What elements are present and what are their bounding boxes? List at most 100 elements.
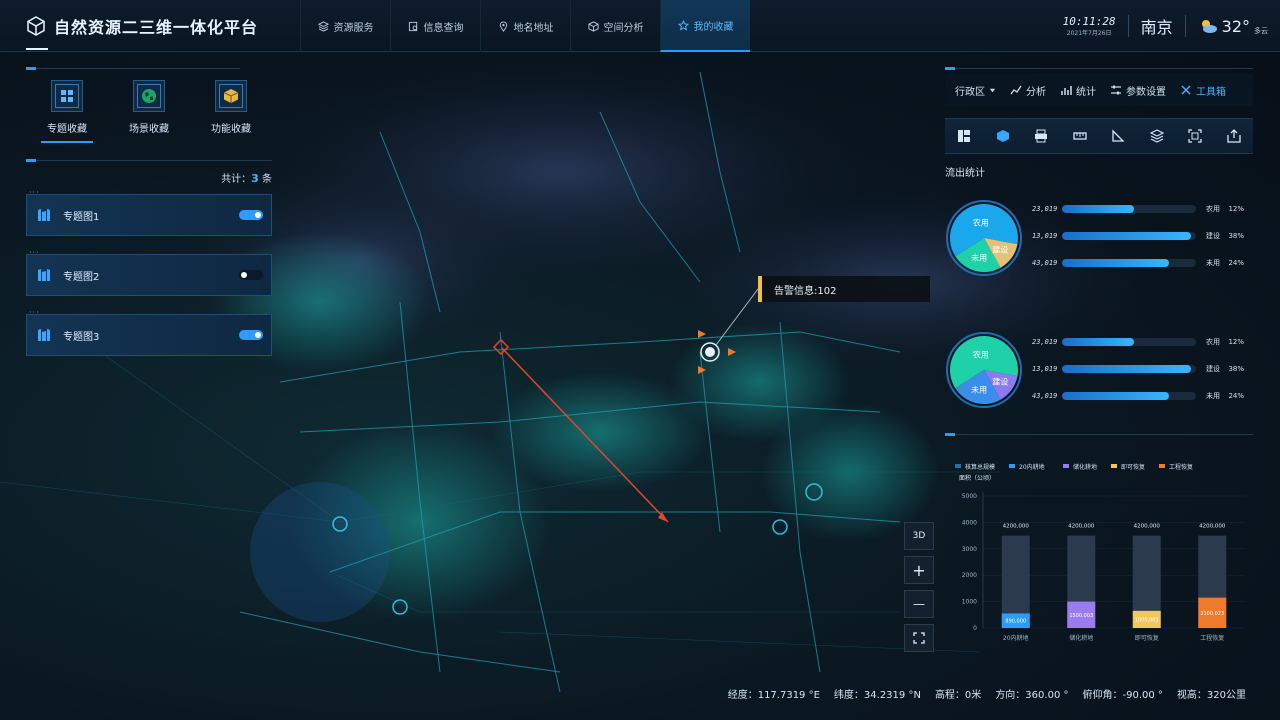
pie-chart-2: 农用建设未用: [946, 332, 1022, 408]
nav-label: 地名地址: [513, 22, 554, 34]
grid-icon: [51, 80, 83, 112]
weather-condition: 多云: [1254, 26, 1268, 35]
stat-percent: 12%: [1228, 338, 1244, 346]
legend-swatch: [1009, 464, 1015, 468]
analysis-button[interactable]: 分析: [1010, 83, 1046, 98]
angle-icon[interactable]: [1111, 129, 1125, 143]
district-dropdown[interactable]: 行政区: [955, 83, 996, 98]
favorite-tabs: 专题收藏 场景收藏 功能收藏: [26, 80, 272, 143]
topic-map-icon: [38, 269, 50, 281]
tab-scene-favorites[interactable]: 场景收藏: [108, 80, 190, 143]
y-tick-label: 3000: [962, 546, 977, 553]
tab-label: 场景收藏: [129, 124, 169, 135]
stat-name: 建设: [1206, 365, 1220, 373]
pie-chart-1: 农用建设未用: [946, 200, 1022, 276]
stat-name: 未用: [1206, 259, 1220, 267]
caret-down-icon: [989, 88, 996, 92]
print-icon[interactable]: [1034, 129, 1048, 143]
topic-map-icon: [38, 209, 50, 221]
cube-logo-icon: [27, 16, 45, 36]
nav-label: 我的收藏: [693, 21, 734, 33]
toolbox-button[interactable]: 工具箱: [1180, 83, 1226, 98]
alarm-callout[interactable]: 告警信息:102: [758, 276, 930, 302]
toolbar-label: 参数设置: [1126, 86, 1166, 98]
nav-place-address[interactable]: 地名地址: [480, 0, 570, 52]
bar-value-label: 890,000: [1005, 619, 1026, 625]
topic-item-1[interactable]: 专题图1: [26, 188, 272, 236]
panel-icon[interactable]: [957, 129, 971, 143]
zoom-in-button[interactable]: +: [904, 556, 934, 584]
pie-label: 农用: [973, 217, 989, 227]
measure-icon[interactable]: [1073, 129, 1087, 143]
statistics-button[interactable]: 统计: [1060, 83, 1096, 98]
clock-date: 2021年7月26日: [1066, 30, 1112, 37]
y-tick-label: 4000: [962, 519, 977, 526]
stat-row: 43,019 未用 24%: [1032, 257, 1244, 269]
elevation: 高程：0米: [934, 690, 982, 701]
nav-my-favorites[interactable]: 我的收藏: [660, 0, 750, 52]
topic-item-2[interactable]: 专题图2: [26, 248, 272, 296]
capture-icon[interactable]: [1188, 129, 1202, 143]
query-icon: [408, 21, 417, 31]
topic-label: 专题图3: [63, 331, 100, 343]
plus-icon: +: [912, 560, 926, 580]
nav-label: 信息查询: [423, 22, 464, 34]
toolbar-label: 分析: [1026, 86, 1046, 98]
stat-name: 未用: [1206, 392, 1220, 400]
stat-name: 建设: [1206, 232, 1220, 240]
total-suffix: 条: [258, 174, 272, 185]
topic-toggle[interactable]: [239, 330, 263, 340]
layers-icon[interactable]: [1149, 129, 1164, 143]
latitude: 纬度：34.2319 °N: [833, 690, 921, 701]
bar-total-label: 4200,000: [1003, 524, 1030, 530]
y-axis-label: 面积（公顷）: [959, 474, 995, 482]
stat-row: 23,019 农用 12%: [1032, 336, 1244, 348]
nav-label: 空间分析: [603, 22, 644, 34]
cube-icon: [587, 20, 599, 32]
zoom-out-button[interactable]: —: [904, 590, 934, 618]
minus-icon: —: [913, 597, 925, 611]
x-tick-label: 储化耕地: [1069, 634, 1093, 642]
progress-bar: [1062, 338, 1196, 346]
settings-icon: [1111, 85, 1121, 95]
progress-bar: [1062, 392, 1196, 400]
temperature: 32°: [1221, 16, 1250, 36]
topic-toggle[interactable]: [239, 270, 263, 280]
fullscreen-button[interactable]: [904, 624, 934, 652]
export-icon[interactable]: [1227, 129, 1241, 143]
legend-label: 工程恢复: [1169, 463, 1193, 471]
pitch: 俯仰角：-90.00 °: [1082, 690, 1163, 701]
pie-label: 建设: [992, 377, 1008, 387]
topic-label: 专题图1: [63, 211, 100, 223]
top-header: 自然资源二三维一体化平台 资源服务 信息查询 地名地址 空间分析 我的收藏 10…: [0, 0, 1280, 52]
header-status: 10:11:28 2021年7月26日 南京 32° 多云: [1063, 14, 1268, 38]
layers-icon: [317, 20, 329, 32]
toolbar-label: 统计: [1076, 86, 1096, 98]
y-tick-label: 2000: [962, 572, 977, 579]
toolbar-label: 行政区: [955, 86, 985, 98]
3d-toggle-button[interactable]: 3D: [904, 522, 934, 550]
right-toolbar: 行政区 分析 统计 参数设置 工具箱: [945, 74, 1253, 106]
bar-value-label: 2100,023: [1200, 611, 1224, 617]
settings-button[interactable]: 参数设置: [1110, 83, 1166, 98]
nav-label: 资源服务: [333, 22, 374, 34]
box-icon: [215, 80, 247, 112]
cube-icon[interactable]: [996, 129, 1010, 143]
nav-resource-service[interactable]: 资源服务: [300, 0, 390, 52]
x-tick-label: 20内耕地: [1003, 634, 1029, 642]
stat-value: 43,019: [1032, 392, 1058, 400]
nav-info-query[interactable]: 信息查询: [390, 0, 480, 52]
tab-topic-favorites[interactable]: 专题收藏: [26, 80, 108, 143]
progress-fill: [1062, 259, 1170, 267]
y-tick-label: 0: [973, 625, 977, 632]
main-nav: 资源服务 信息查询 地名地址 空间分析 我的收藏: [300, 0, 750, 52]
topic-item-3[interactable]: 专题图3: [26, 308, 272, 356]
tab-function-favorites[interactable]: 功能收藏: [190, 80, 272, 143]
stat-value: 13,019: [1032, 232, 1058, 240]
clock: 10:11:28 2021年7月26日: [1063, 15, 1116, 37]
topic-toggle[interactable]: [239, 210, 263, 220]
app-logo: 自然资源二三维一体化平台: [26, 14, 258, 38]
stat-row: 13,019 建设 38%: [1032, 363, 1244, 375]
nav-spatial-analysis[interactable]: 空间分析: [570, 0, 660, 52]
alarm-text: 告警信息:102: [774, 285, 837, 297]
